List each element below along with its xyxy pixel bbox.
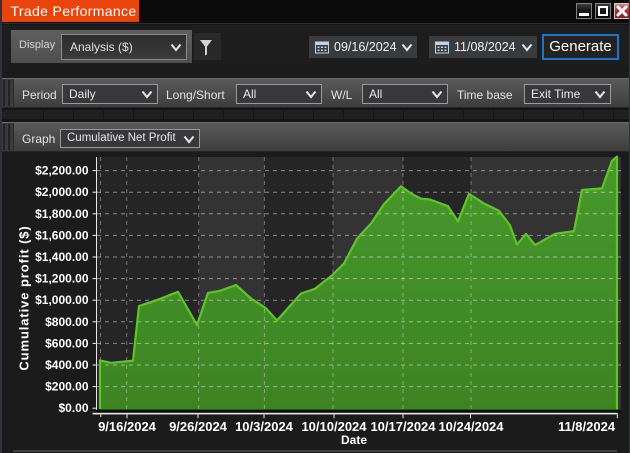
svg-text:9/16/2024: 9/16/2024 bbox=[98, 419, 157, 434]
svg-text:Cumulative profit ($): Cumulative profit ($) bbox=[17, 225, 32, 370]
svg-text:10/3/2024: 10/3/2024 bbox=[235, 419, 294, 434]
svg-text:$1,400.00: $1,400.00 bbox=[35, 250, 89, 264]
svg-text:9/26/2024: 9/26/2024 bbox=[169, 419, 228, 434]
svg-text:$2,200.00: $2,200.00 bbox=[35, 164, 89, 178]
svg-text:$200.00: $200.00 bbox=[45, 380, 89, 394]
svg-text:$1,600.00: $1,600.00 bbox=[35, 228, 89, 242]
svg-text:10/17/2024: 10/17/2024 bbox=[370, 419, 436, 434]
svg-text:10/24/2024: 10/24/2024 bbox=[438, 419, 504, 434]
svg-text:$600.00: $600.00 bbox=[45, 336, 89, 350]
svg-text:Date: Date bbox=[341, 433, 367, 447]
svg-text:11/8/2024: 11/8/2024 bbox=[558, 419, 616, 434]
svg-text:$0.00: $0.00 bbox=[58, 401, 88, 415]
svg-text:$1,800.00: $1,800.00 bbox=[35, 207, 89, 221]
svg-text:$1,000.00: $1,000.00 bbox=[35, 293, 89, 307]
svg-text:$2,000.00: $2,000.00 bbox=[35, 185, 89, 199]
svg-text:$400.00: $400.00 bbox=[45, 358, 89, 372]
svg-text:$1,200.00: $1,200.00 bbox=[35, 272, 89, 286]
svg-text:$800.00: $800.00 bbox=[45, 315, 89, 329]
